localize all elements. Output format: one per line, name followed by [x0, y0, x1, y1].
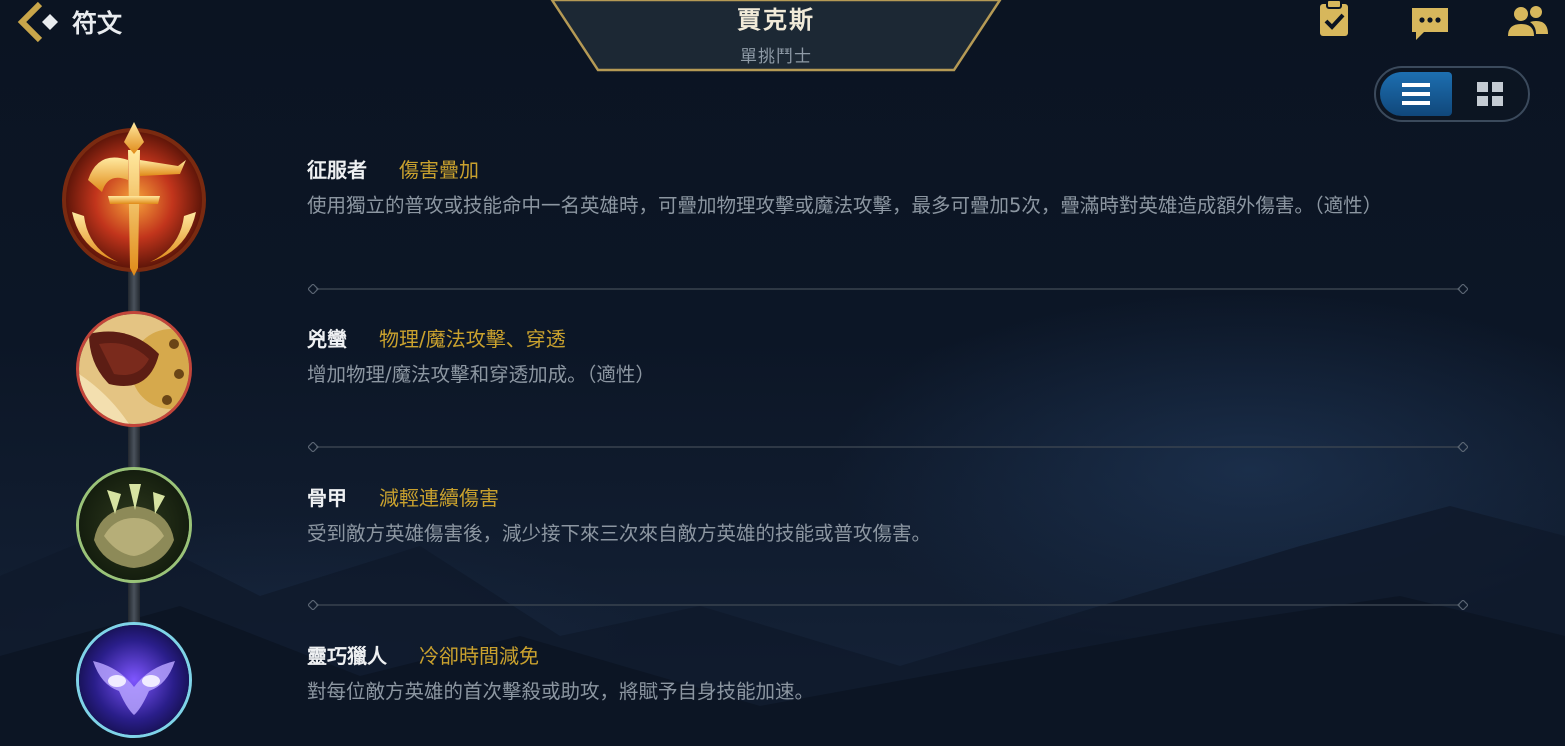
page-title: 符文: [72, 9, 123, 38]
rune-name: 征服者: [307, 158, 367, 182]
checklist-icon: [1320, 0, 1348, 36]
grid-view-button[interactable]: [1456, 72, 1526, 116]
friends-button[interactable]: [1506, 0, 1550, 42]
rune-description: 增加物理/魔法攻擊和穿透加成。（適性）: [307, 363, 655, 386]
rune-slot-1[interactable]: [76, 311, 192, 427]
rune-tag: 冷卻時間減免: [419, 644, 539, 668]
rune-row-1: 征服者 傷害疊加 使用獨立的普攻或技能命中一名英雄時，可疊加物理攻擊或魔法攻擊，…: [307, 154, 1457, 224]
rune-row-4: 靈巧獵人 冷卻時間減免 對每位敵方英雄的首次擊殺或助攻，將賦予自身技能加速。: [307, 640, 1457, 710]
row-divider: [308, 442, 1468, 452]
rune-row-2: 兇蠻 物理/魔法攻擊、穿透 增加物理/魔法攻擊和穿透加成。（適性）: [307, 323, 1457, 393]
rune-name: 靈巧獵人: [307, 644, 387, 668]
back-button[interactable]: 符文: [14, 0, 122, 44]
rune-tag: 減輕連續傷害: [379, 486, 499, 510]
rune-name: 兇蠻: [307, 327, 347, 351]
view-toggle: [1374, 66, 1530, 122]
rune-tag: 傷害疊加: [399, 158, 479, 182]
friends-icon: [1508, 6, 1548, 36]
row-divider: [308, 284, 1468, 294]
champion-header: 賈克斯 單挑鬥士: [548, 0, 1004, 73]
champion-role: 單挑鬥士: [740, 47, 812, 67]
row-divider: [308, 600, 1468, 610]
list-icon: [1402, 83, 1430, 105]
rune-description: 使用獨立的普攻或技能命中一名英雄時，可疊加物理攻擊或魔法攻擊，最多可疊加5次，疊…: [307, 194, 1383, 217]
chat-button[interactable]: [1410, 0, 1450, 42]
grid-icon: [1477, 82, 1503, 106]
chat-icon: [1412, 8, 1448, 40]
rune-slot-3[interactable]: [76, 622, 192, 738]
bone-plating-icon: [79, 470, 189, 580]
champion-name: 賈克斯: [737, 6, 815, 34]
rune-slot-2[interactable]: [76, 467, 192, 583]
ingenious-hunter-icon: [79, 625, 189, 735]
chevron-left-icon: [17, 1, 58, 43]
rune-row-3: 骨甲 減輕連續傷害 受到敵方英雄傷害後，減少接下來三次來自敵方英雄的技能或普攻傷…: [307, 482, 1457, 552]
checklist-button[interactable]: [1314, 0, 1354, 42]
rune-description: 對每位敵方英雄的首次擊殺或助攻，將賦予自身技能加速。: [307, 680, 815, 703]
rune-name: 骨甲: [307, 486, 347, 510]
conqueror-icon: [62, 122, 206, 276]
brutal-icon: [79, 314, 189, 424]
list-view-button[interactable]: [1380, 72, 1452, 116]
rune-keystone[interactable]: [58, 120, 210, 276]
rune-tag: 物理/魔法攻擊、穿透: [379, 327, 566, 351]
rune-description: 受到敵方英雄傷害後，減少接下來三次來自敵方英雄的技能或普攻傷害。: [307, 522, 932, 545]
